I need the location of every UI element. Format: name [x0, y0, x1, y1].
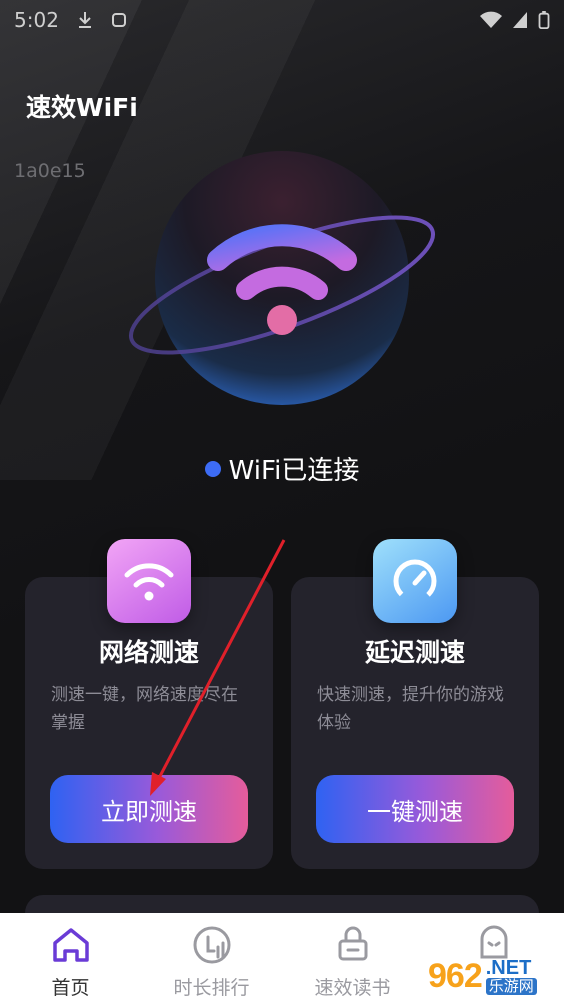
latency-test-card: 延迟测速 快速测速，提升你的游戏体验 一键测速 — [291, 539, 539, 869]
watermark-main: 962 — [428, 956, 483, 995]
card-title: 网络测速 — [98, 638, 199, 667]
card-description: 快速测速，提升你的游戏体验 — [317, 685, 504, 733]
status-bar: 5:02 — [0, 0, 564, 40]
nav-label: 速效读书 — [314, 977, 391, 999]
status-time: 5:02 — [14, 8, 59, 32]
nav-item-ranking[interactable]: 时长排行 — [141, 913, 282, 1004]
connection-status: WiFi已连接 — [0, 450, 564, 487]
app-title: 速效WiFi — [26, 93, 138, 122]
network-speed-card: 网络测速 测速一键，网络速度尽在掌握 立即测速 — [25, 539, 273, 869]
watermark-logo: 962 .NET 乐游网 — [428, 950, 562, 1002]
cell-signal-icon — [513, 12, 527, 28]
wifi-signal-icon — [480, 11, 502, 28]
connection-status-text: WiFi已连接 — [228, 456, 360, 486]
notification-icon — [111, 13, 126, 27]
start-speed-test-button[interactable]: 立即测速 — [50, 775, 248, 843]
nav-item-home[interactable]: 首页 — [0, 913, 141, 1004]
card-title: 延迟测速 — [364, 638, 465, 667]
watermark-net: .NET — [485, 956, 532, 979]
download-icon — [78, 12, 91, 28]
connected-dot-icon — [204, 460, 221, 477]
nav-item-reading[interactable]: 速效读书 — [282, 913, 423, 1004]
nav-label: 时长排行 — [173, 977, 250, 999]
wifi-icon — [107, 539, 191, 623]
nav-label: 首页 — [51, 977, 90, 999]
ranking-icon — [193, 926, 230, 964]
speedometer-icon — [373, 539, 457, 623]
watermark-cn: 乐游网 — [485, 977, 537, 995]
home-icon — [52, 928, 89, 962]
card-description: 测速一键，网络速度尽在掌握 — [51, 685, 238, 733]
book-icon — [338, 926, 367, 961]
one-click-test-button[interactable]: 一键测速 — [316, 775, 514, 843]
version-label: 1a0e15 — [14, 160, 86, 182]
battery-icon — [538, 11, 550, 29]
wifi-globe-illustration — [128, 151, 436, 405]
